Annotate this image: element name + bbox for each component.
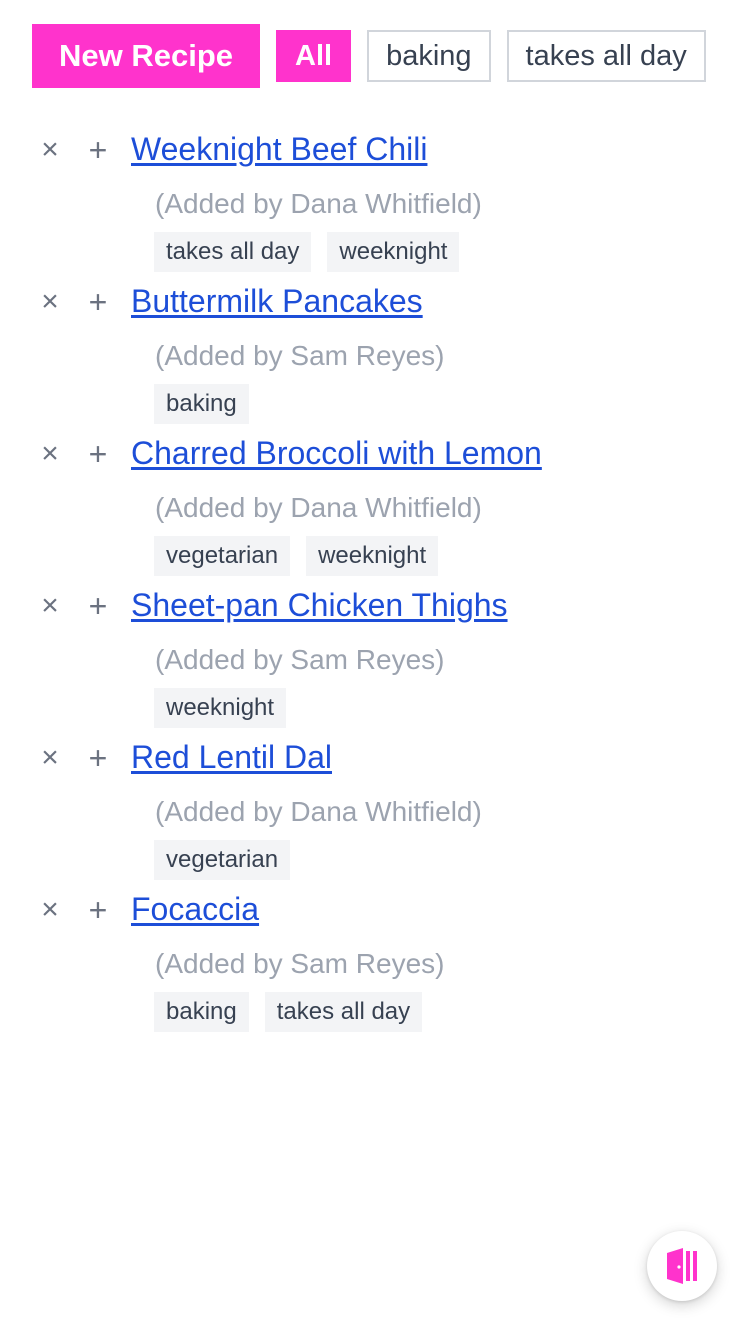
tag-badge: baking bbox=[154, 992, 249, 1032]
tag-badge: weeknight bbox=[154, 688, 287, 728]
recipe-title-link[interactable]: Weeknight Beef Chili bbox=[131, 128, 427, 170]
toolbar: New Recipe All baking takes all day bbox=[32, 24, 718, 88]
filter-all[interactable]: All bbox=[276, 30, 352, 82]
filter-takes-all-day[interactable]: takes all day bbox=[506, 30, 706, 82]
recipe-title-link[interactable]: Sheet-pan Chicken Thighs bbox=[131, 584, 508, 626]
recipe-author: (Added by Dana Whitfield) bbox=[155, 188, 482, 219]
recipe-title-link[interactable]: Charred Broccoli with Lemon bbox=[131, 432, 542, 474]
recipe-row: × + Charred Broccoli with Lemon (Added b… bbox=[32, 426, 722, 578]
remove-icon[interactable]: × bbox=[36, 586, 64, 626]
recipe-tags: weeknight bbox=[154, 688, 287, 728]
recipe-row: × + Buttermilk Pancakes (Added by Sam Re… bbox=[32, 274, 722, 426]
filter-baking[interactable]: baking bbox=[367, 30, 491, 82]
new-recipe-button[interactable]: New Recipe bbox=[32, 24, 260, 88]
recipe-author: (Added by Sam Reyes) bbox=[155, 948, 445, 979]
tag-badge: baking bbox=[154, 384, 249, 424]
recipe-author: (Added by Sam Reyes) bbox=[155, 340, 445, 371]
recipe-tags: baking takes all day bbox=[154, 992, 423, 1032]
recipe-row: × + Weeknight Beef Chili (Added by Dana … bbox=[32, 122, 722, 274]
recipe-author: (Added by Dana Whitfield) bbox=[155, 492, 482, 523]
door-exit-icon bbox=[667, 1248, 697, 1284]
recipe-list-page: New Recipe All baking takes all day × + … bbox=[0, 0, 750, 1334]
add-icon[interactable]: + bbox=[84, 282, 112, 322]
add-icon[interactable]: + bbox=[84, 890, 112, 930]
add-icon[interactable]: + bbox=[84, 434, 112, 474]
tag-badge: weeknight bbox=[306, 536, 439, 576]
tag-badge: takes all day bbox=[264, 992, 423, 1032]
recipe-title-link[interactable]: Buttermilk Pancakes bbox=[131, 280, 423, 322]
add-icon[interactable]: + bbox=[84, 586, 112, 626]
add-icon[interactable]: + bbox=[84, 738, 112, 778]
remove-icon[interactable]: × bbox=[36, 890, 64, 930]
recipe-row: × + Red Lentil Dal (Added by Dana Whitfi… bbox=[32, 730, 722, 882]
tag-badge: weeknight bbox=[327, 232, 460, 272]
recipe-tags: baking bbox=[154, 384, 249, 424]
recipe-title-link[interactable]: Focaccia bbox=[131, 888, 259, 930]
add-icon[interactable]: + bbox=[84, 130, 112, 170]
recipe-tags: takes all day weeknight bbox=[154, 232, 460, 272]
recipe-author: (Added by Sam Reyes) bbox=[155, 644, 445, 675]
tag-badge: takes all day bbox=[154, 232, 312, 272]
recipe-tags: vegetarian weeknight bbox=[154, 536, 439, 576]
recipe-author: (Added by Dana Whitfield) bbox=[155, 796, 482, 827]
remove-icon[interactable]: × bbox=[36, 282, 64, 322]
tag-badge: vegetarian bbox=[154, 536, 291, 576]
recipe-tags: vegetarian bbox=[154, 840, 291, 880]
remove-icon[interactable]: × bbox=[36, 130, 64, 170]
tag-filter-bar: All baking takes all day bbox=[276, 30, 718, 82]
exit-fab-button[interactable] bbox=[647, 1231, 717, 1301]
remove-icon[interactable]: × bbox=[36, 434, 64, 474]
recipe-row: × + Sheet-pan Chicken Thighs (Added by S… bbox=[32, 578, 722, 730]
recipe-row: × + Focaccia (Added by Sam Reyes) baking… bbox=[32, 882, 722, 1034]
recipe-list: × + Weeknight Beef Chili (Added by Dana … bbox=[32, 122, 722, 1034]
tag-badge: vegetarian bbox=[154, 840, 291, 880]
recipe-title-link[interactable]: Red Lentil Dal bbox=[131, 736, 332, 778]
remove-icon[interactable]: × bbox=[36, 738, 64, 778]
